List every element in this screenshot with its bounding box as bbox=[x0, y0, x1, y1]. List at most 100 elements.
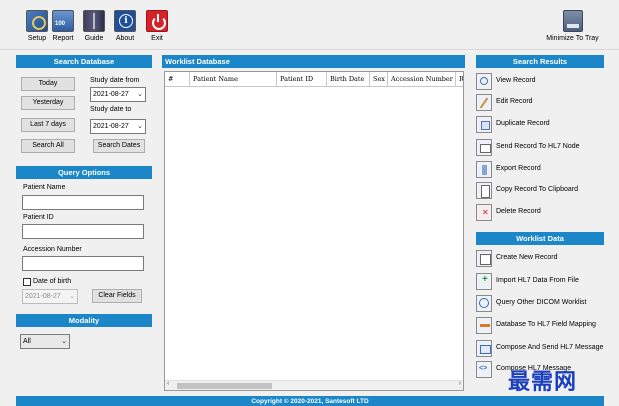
col-header-patient-id[interactable]: Patient ID bbox=[277, 72, 327, 87]
pencil-icon bbox=[476, 94, 492, 111]
chevron-down-icon: ⌄ bbox=[137, 91, 143, 98]
horizontal-scrollbar[interactable]: ‹ › bbox=[165, 380, 463, 390]
export-record-button[interactable]: Export Record bbox=[476, 161, 604, 179]
import-hl7-button[interactable]: Import HL7 Data From File bbox=[476, 273, 604, 291]
modality-value: All bbox=[23, 338, 31, 345]
create-new-record-button[interactable]: Create New Record bbox=[476, 250, 604, 268]
minimize-to-tray-button[interactable]: Minimize To Tray bbox=[545, 10, 600, 46]
col-header-birth-date[interactable]: Birth Date bbox=[327, 72, 370, 87]
query-dicom-worklist-button[interactable]: Query Other DICOM Worklist bbox=[476, 295, 604, 313]
grid-header-row: # Patient Name Patient ID Birth Date Sex… bbox=[165, 72, 463, 87]
scroll-thumb[interactable] bbox=[177, 383, 272, 389]
mapping-icon bbox=[476, 317, 492, 334]
study-date-to-value: 2021-08-27 bbox=[93, 123, 129, 130]
about-label: About bbox=[115, 35, 135, 42]
accession-number-input[interactable] bbox=[22, 256, 144, 271]
report-icon bbox=[52, 10, 74, 32]
code-icon bbox=[476, 361, 492, 378]
col-header-index[interactable]: # bbox=[165, 72, 190, 87]
query-dicom-worklist-label: Query Other DICOM Worklist bbox=[496, 299, 587, 306]
copy-record-button[interactable]: Copy Record To Clipboard bbox=[476, 182, 604, 200]
query-options-header: Query Options bbox=[16, 166, 152, 179]
report-button[interactable]: Report bbox=[46, 10, 80, 46]
magnifier-icon bbox=[476, 73, 492, 90]
duplicate-icon bbox=[476, 116, 492, 133]
edit-record-button[interactable]: Edit Record bbox=[476, 94, 604, 112]
report-label: Report bbox=[52, 35, 74, 42]
clear-fields-button[interactable]: Clear Fields bbox=[92, 289, 142, 303]
import-hl7-label: Import HL7 Data From File bbox=[496, 277, 579, 284]
chevron-down-icon: ⌄ bbox=[69, 293, 75, 300]
view-record-label: View Record bbox=[496, 77, 536, 84]
worklist-database-header: Worklist Database bbox=[162, 55, 465, 68]
query-icon bbox=[476, 295, 492, 312]
import-icon bbox=[476, 273, 492, 290]
study-date-from-label: Study date from bbox=[90, 77, 140, 84]
power-icon bbox=[146, 10, 168, 32]
book-icon bbox=[83, 10, 105, 32]
field-mapping-button[interactable]: Database To HL7 Field Mapping bbox=[476, 317, 604, 335]
minimize-label: Minimize To Tray bbox=[546, 35, 599, 42]
new-record-icon bbox=[476, 250, 492, 267]
compose-send-hl7-button[interactable]: Compose And Send HL7 Message bbox=[476, 340, 604, 358]
edit-record-label: Edit Record bbox=[496, 98, 533, 105]
study-date-from-value: 2021-08-27 bbox=[93, 91, 129, 98]
watermark: 最需网 bbox=[508, 370, 578, 395]
patient-id-label: Patient ID bbox=[23, 214, 54, 221]
scroll-right-icon[interactable]: › bbox=[459, 380, 461, 387]
today-button[interactable]: Today bbox=[21, 77, 75, 91]
patient-name-input[interactable] bbox=[22, 195, 144, 210]
duplicate-record-label: Duplicate Record bbox=[496, 120, 550, 127]
study-date-to-picker[interactable]: 2021-08-27 ⌄ bbox=[90, 119, 146, 134]
search-results-header: Search Results bbox=[476, 55, 604, 68]
chevron-down-icon: ⌄ bbox=[137, 123, 143, 130]
patient-name-label: Patient Name bbox=[23, 184, 66, 191]
export-icon bbox=[476, 161, 492, 178]
chevron-down-icon: ⌄ bbox=[61, 338, 67, 345]
date-of-birth-picker[interactable]: 2021-08-27 ⌄ bbox=[22, 289, 78, 304]
col-header-accession-number[interactable]: Accession Number bbox=[388, 72, 456, 87]
col-header-sex[interactable]: Sex bbox=[370, 72, 388, 87]
copy-record-label: Copy Record To Clipboard bbox=[496, 186, 578, 193]
compose-send-icon bbox=[476, 340, 492, 357]
export-record-label: Export Record bbox=[496, 165, 541, 172]
date-of-birth-value: 2021-08-27 bbox=[25, 293, 61, 300]
col-header-r[interactable]: R bbox=[456, 72, 463, 87]
study-date-to-label: Study date to bbox=[90, 106, 132, 113]
compose-send-hl7-label: Compose And Send HL7 Message bbox=[496, 344, 604, 351]
guide-label: Guide bbox=[84, 35, 104, 42]
copyright-footer: Copyright © 2020-2021, Santesoft LTD bbox=[16, 396, 604, 406]
delete-record-label: Delete Record bbox=[496, 208, 541, 215]
delete-icon bbox=[476, 204, 492, 221]
scroll-left-icon[interactable]: ‹ bbox=[167, 380, 169, 387]
send-icon bbox=[476, 139, 492, 156]
field-mapping-label: Database To HL7 Field Mapping bbox=[496, 321, 596, 328]
about-button[interactable]: About bbox=[108, 10, 142, 46]
delete-record-button[interactable]: Delete Record bbox=[476, 204, 604, 222]
toolbar: Setup Report Guide About Exit Minimize T… bbox=[0, 0, 619, 50]
exit-label: Exit bbox=[151, 35, 163, 42]
exit-button[interactable]: Exit bbox=[140, 10, 174, 46]
info-icon bbox=[114, 10, 136, 32]
worklist-grid[interactable]: # Patient Name Patient ID Birth Date Sex… bbox=[164, 71, 464, 391]
date-of-birth-checkbox[interactable] bbox=[23, 278, 31, 286]
search-dates-button[interactable]: Search Dates bbox=[93, 139, 145, 153]
last-7-days-button[interactable]: Last 7 days bbox=[21, 118, 75, 132]
tray-icon bbox=[562, 10, 583, 32]
study-date-from-picker[interactable]: 2021-08-27 ⌄ bbox=[90, 87, 146, 102]
search-all-button[interactable]: Search All bbox=[21, 139, 75, 153]
modality-select[interactable]: All ⌄ bbox=[20, 334, 70, 349]
guide-button[interactable]: Guide bbox=[77, 10, 111, 46]
setup-icon bbox=[26, 10, 48, 32]
modality-header: Modality bbox=[16, 314, 152, 327]
worklist-data-header: Worklist Data bbox=[476, 232, 604, 245]
send-record-button[interactable]: Send Record To HL7 Node bbox=[476, 139, 604, 157]
patient-id-input[interactable] bbox=[22, 224, 144, 239]
col-header-patient-name[interactable]: Patient Name bbox=[190, 72, 277, 87]
yesterday-button[interactable]: Yesterday bbox=[21, 96, 75, 110]
send-record-label: Send Record To HL7 Node bbox=[496, 143, 580, 150]
create-new-record-label: Create New Record bbox=[496, 254, 558, 261]
accession-number-label: Accession Number bbox=[23, 246, 82, 253]
duplicate-record-button[interactable]: Duplicate Record bbox=[476, 116, 604, 134]
view-record-button[interactable]: View Record bbox=[476, 73, 604, 91]
